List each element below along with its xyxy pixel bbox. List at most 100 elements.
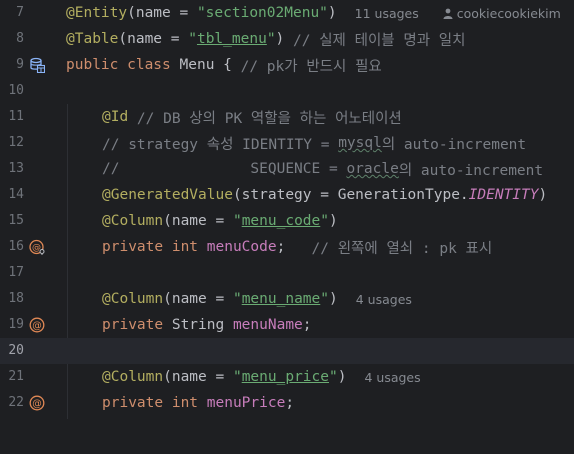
comment: 의 auto-increment	[398, 162, 544, 179]
code-line-14[interactable]: 14 @GeneratedValue (strategy = Generation…	[0, 182, 574, 208]
keyword: private	[102, 317, 172, 333]
gutter[interactable]: 12	[0, 130, 66, 156]
code-line-10[interactable]: 10	[0, 78, 574, 104]
quote: "	[266, 31, 276, 47]
annotation-table: @Table	[66, 31, 119, 47]
gutter[interactable]: 15	[0, 208, 66, 234]
primary-key-field-icon[interactable]: @	[29, 239, 45, 255]
quote: "	[320, 213, 329, 229]
comment: // strategy 속성 IDENTITY =	[102, 136, 339, 153]
code-line-7[interactable]: 7 @Entity (name = "section02Menu") 11 usa…	[0, 0, 574, 26]
code-text: (name =	[163, 369, 233, 385]
line-number: 21	[8, 369, 24, 384]
gutter[interactable]: 18	[0, 286, 66, 312]
code-text: (name =	[163, 213, 233, 229]
annotation-id: @Id	[102, 109, 129, 125]
type-name: String	[171, 317, 233, 333]
code-line-19[interactable]: 19 @ private String menuName;	[0, 312, 574, 338]
code-text: )	[329, 291, 338, 307]
quote: "	[320, 291, 329, 307]
class-name: Menu {	[179, 57, 241, 73]
author-hint[interactable]: cookiecookiekim	[443, 6, 561, 21]
comment: 의 auto-increment	[381, 136, 527, 153]
gutter[interactable]: 8	[0, 26, 66, 52]
line-number: 14	[8, 187, 24, 202]
field-name: menuCode	[206, 239, 277, 255]
line-number: 7	[16, 5, 24, 20]
enum-constant: IDENTITY	[468, 187, 539, 203]
line-number: 11	[8, 109, 24, 124]
code-text: ;	[276, 239, 312, 255]
gutter[interactable]: 21	[0, 364, 66, 390]
line-number: 13	[8, 161, 24, 176]
gutter[interactable]: 10	[0, 78, 66, 104]
line-number: 19	[8, 317, 24, 332]
quote: "	[232, 291, 242, 307]
line-number: 12	[8, 135, 24, 150]
code-line-9[interactable]: 9 public class Menu { // pk가 반드시 필요	[0, 52, 574, 78]
quote: "	[232, 213, 242, 229]
author-name: cookiecookiekim	[456, 5, 561, 21]
line-number: 17	[8, 265, 24, 280]
comment: // pk가 반드시 필요	[240, 58, 382, 75]
field-annotation-icon[interactable]: @	[29, 317, 45, 333]
gutter[interactable]: 11	[0, 104, 66, 130]
field-annotation-icon[interactable]: @	[29, 395, 45, 411]
code-text: (name =	[163, 291, 233, 307]
code-line-21[interactable]: 21 @Column (name = " menu_price ") 4 usages	[0, 364, 574, 390]
comment-typo: oracle	[346, 161, 399, 177]
code-text: )	[275, 31, 294, 47]
code-editor[interactable]: 7 @Entity (name = "section02Menu") 11 usa…	[0, 0, 574, 419]
code-line-20-current[interactable]: 20	[0, 338, 574, 364]
annotation-column: @Column	[102, 213, 164, 229]
line-number: 10	[8, 83, 24, 98]
quote: "	[188, 31, 197, 47]
annotation-generated-value: @GeneratedValue	[102, 187, 233, 203]
line-number: 8	[16, 31, 24, 46]
quote: "	[329, 369, 338, 385]
annotation-column: @Column	[102, 369, 164, 385]
usages-hint[interactable]: 11 usages cookiecookiekim	[355, 6, 561, 21]
line-number: 22	[8, 395, 24, 410]
comment-typo: mysql	[338, 135, 382, 151]
code-line-8[interactable]: 8 @Table (name = " tbl_menu ") // 실제 테이블 명과…	[0, 26, 574, 52]
gutter[interactable]: 14	[0, 182, 66, 208]
string-literal: "section02Menu"	[196, 5, 328, 21]
code-line-18[interactable]: 18 @Column (name = " menu_name ") 4 usages	[0, 286, 574, 312]
code-line-15[interactable]: 15 @Column (name = " menu_code ")	[0, 208, 574, 234]
code-line-16[interactable]: 16 @ private int menuCode; // 왼쪽에 열쇠 : p…	[0, 234, 574, 260]
quote: "	[232, 369, 242, 385]
code-line-13[interactable]: 13 // SEQUENCE = oracle 의 auto-increment	[0, 156, 574, 182]
keyword: private int	[102, 239, 207, 255]
code-text: ;	[302, 317, 312, 333]
svg-text:@: @	[32, 320, 42, 331]
line-number: 15	[8, 213, 24, 228]
keyword: public class	[66, 57, 180, 73]
line-number: 20	[8, 343, 24, 358]
field-name: menuPrice	[206, 395, 286, 411]
gutter[interactable]: 16 @	[0, 234, 66, 260]
string-literal: menu_price	[241, 369, 329, 385]
usages-count: 11 usages	[354, 5, 419, 21]
gutter[interactable]: 17	[0, 260, 66, 286]
gutter[interactable]: 22 @	[0, 390, 66, 416]
gutter[interactable]: 20	[0, 338, 66, 364]
code-line-12[interactable]: 12 // strategy 속성 IDENTITY = mysql 의 auto…	[0, 130, 574, 156]
code-line-17[interactable]: 17	[0, 260, 574, 286]
line-number: 18	[8, 291, 24, 306]
comment: // DB 상의 PK 역할을 하는 어노테이션	[128, 110, 402, 127]
code-text: )	[329, 213, 338, 229]
gutter[interactable]: 19 @	[0, 312, 66, 338]
gutter[interactable]: 7	[0, 0, 66, 26]
code-line-22[interactable]: 22 @ private int menuPrice;	[0, 390, 574, 416]
code-line-11[interactable]: 11 @Id // DB 상의 PK 역할을 하는 어노테이션	[0, 104, 574, 130]
usages-hint[interactable]: 4 usages	[356, 292, 412, 307]
annotation-column: @Column	[102, 291, 164, 307]
gutter[interactable]: 9	[0, 52, 66, 78]
usages-hint[interactable]: 4 usages	[364, 370, 420, 385]
person-icon	[443, 8, 453, 19]
code-text: (strategy = GenerationType.	[232, 187, 469, 203]
gutter[interactable]: 13	[0, 156, 66, 182]
database-table-icon[interactable]	[29, 57, 45, 73]
string-literal: menu_code	[241, 213, 321, 229]
